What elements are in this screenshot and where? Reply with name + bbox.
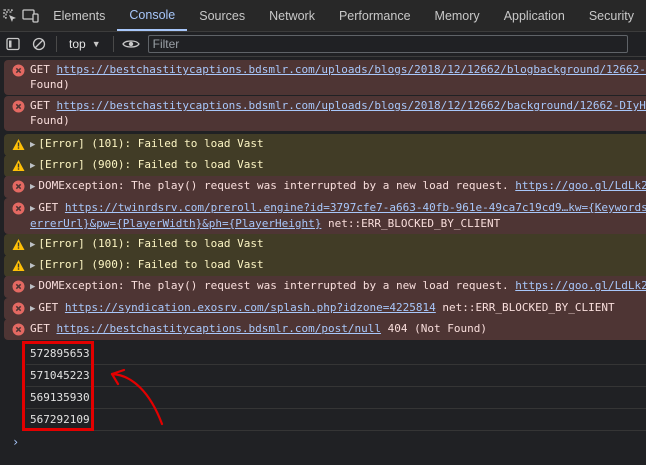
message-status: net::ERR_BLOCKED_BY_CLIENT — [321, 216, 501, 230]
expand-triangle-icon[interactable]: ▶ — [30, 282, 35, 292]
warning-icon — [12, 239, 25, 250]
context-label: top — [69, 37, 86, 51]
message-link[interactable]: https://bestchastitycaptions.bdsmlr.com/… — [57, 322, 382, 335]
message-status: net::ERR_BLOCKED_BY_CLIENT — [435, 301, 615, 314]
message-prefix: GET — [30, 322, 57, 335]
console-error-message[interactable]: GET https://bestchastitycaptions.bdsmlr.… — [4, 319, 646, 340]
toolbar-divider — [56, 36, 57, 52]
message-text: DOMException: The play() request was int… — [38, 179, 516, 192]
console-output-row: 567292109 — [26, 409, 646, 431]
clear-console-icon[interactable] — [26, 32, 52, 56]
message-link-continuation[interactable]: errerUrl}&pw={PlayerWidth}&ph={PlayerHei… — [30, 217, 321, 230]
console-warning-message[interactable]: ▶ [Error] (900): Failed to load Vast — [4, 155, 646, 177]
message-continuation: Found) — [30, 113, 70, 127]
filter-input[interactable] — [147, 35, 628, 53]
message-link[interactable]: https://bestchastitycaptions.bdsmlr.com/… — [57, 99, 646, 112]
warning-icon — [12, 260, 25, 271]
console-error-message[interactable]: ▶ DOMException: The play() request was in… — [4, 276, 646, 298]
device-toolbar-icon[interactable] — [21, 0, 42, 31]
tab-network[interactable]: Network — [257, 0, 327, 31]
error-icon — [12, 100, 25, 113]
warning-icon — [12, 139, 25, 150]
message-text: [Error] (101): Failed to load Vast — [38, 137, 264, 150]
message-continuation: Found) — [30, 77, 70, 91]
tab-performance[interactable]: Performance — [327, 0, 423, 31]
error-icon — [12, 323, 25, 336]
expand-triangle-icon[interactable]: ▶ — [30, 161, 35, 171]
expand-triangle-icon[interactable]: ▶ — [30, 140, 35, 150]
sidebar-toggle-icon[interactable] — [0, 32, 26, 56]
error-icon — [12, 202, 25, 215]
message-text: [Error] (900): Failed to load Vast — [38, 258, 264, 271]
message-text: [Error] (900): Failed to load Vast — [38, 158, 264, 171]
message-text: [Error] (101): Failed to load Vast — [38, 237, 264, 250]
tab-memory[interactable]: Memory — [423, 0, 492, 31]
message-link[interactable]: https://goo.gl/LdLk2 — [515, 279, 646, 292]
error-icon — [12, 280, 25, 293]
console-warning-message[interactable]: ▶ [Error] (101): Failed to load Vast — [4, 234, 646, 256]
console-toolbar: top ▼ — [0, 32, 646, 57]
console-error-message[interactable]: ▶ GET https://twinrdsrv.com/preroll.engin… — [4, 198, 646, 234]
tab-application[interactable]: Application — [492, 0, 577, 31]
message-prefix: GET — [30, 63, 57, 76]
console-error-message[interactable]: ▶ GET https://syndication.exosrv.com/spla… — [4, 298, 646, 320]
console-prompt[interactable]: › — [12, 435, 19, 449]
console-error-message[interactable]: ▶ DOMException: The play() request was in… — [4, 176, 646, 198]
console-output-row: 572895653 — [26, 343, 646, 365]
expand-triangle-icon[interactable]: ▶ — [30, 204, 35, 214]
console-output-row: 569135930 — [26, 387, 646, 409]
console-messages: GET https://bestchastitycaptions.bdsmlr.… — [0, 57, 646, 465]
message-link[interactable]: https://twinrdsrv.com/preroll.engine?id=… — [65, 201, 646, 214]
expand-triangle-icon[interactable]: ▶ — [30, 304, 35, 314]
tab-security[interactable]: Security — [577, 0, 646, 31]
expand-triangle-icon[interactable]: ▶ — [30, 182, 35, 192]
caret-down-icon: ▼ — [91, 39, 101, 49]
annotation-highlight-box — [22, 341, 94, 431]
message-link[interactable]: https://syndication.exosrv.com/splash.ph… — [65, 301, 436, 314]
message-prefix: GET — [38, 201, 65, 214]
context-selector[interactable]: top ▼ — [61, 37, 109, 51]
expand-triangle-icon[interactable]: ▶ — [30, 240, 35, 250]
error-icon — [12, 64, 25, 77]
message-link[interactable]: https://bestchastitycaptions.bdsmlr.com/… — [57, 63, 646, 76]
tab-elements[interactable]: Elements — [41, 0, 117, 31]
console-warning-message[interactable]: ▶ [Error] (101): Failed to load Vast — [4, 134, 646, 156]
tab-sources[interactable]: Sources — [187, 0, 257, 31]
live-expression-eye-icon[interactable] — [118, 32, 144, 56]
warning-icon — [12, 160, 25, 171]
message-status: 404 (Not Found) — [381, 322, 487, 335]
message-prefix: GET — [38, 301, 65, 314]
error-icon — [12, 180, 25, 193]
message-link[interactable]: https://goo.gl/LdLk2 — [515, 179, 646, 192]
console-warning-message[interactable]: ▶ [Error] (900): Failed to load Vast — [4, 255, 646, 277]
message-prefix: GET — [30, 99, 57, 112]
tab-console[interactable]: Console — [117, 0, 188, 31]
console-error-message[interactable]: GET https://bestchastitycaptions.bdsmlr.… — [4, 96, 646, 131]
message-text: DOMException: The play() request was int… — [38, 279, 516, 292]
inspect-element-icon[interactable] — [0, 0, 21, 31]
console-error-message[interactable]: GET https://bestchastitycaptions.bdsmlr.… — [4, 60, 646, 95]
expand-triangle-icon[interactable]: ▶ — [30, 261, 35, 271]
console-output-row: 571045223 — [26, 365, 646, 387]
devtools-tabbar: Elements Console Sources Network Perform… — [0, 0, 646, 32]
error-icon — [12, 302, 25, 315]
toolbar-divider — [112, 36, 114, 52]
